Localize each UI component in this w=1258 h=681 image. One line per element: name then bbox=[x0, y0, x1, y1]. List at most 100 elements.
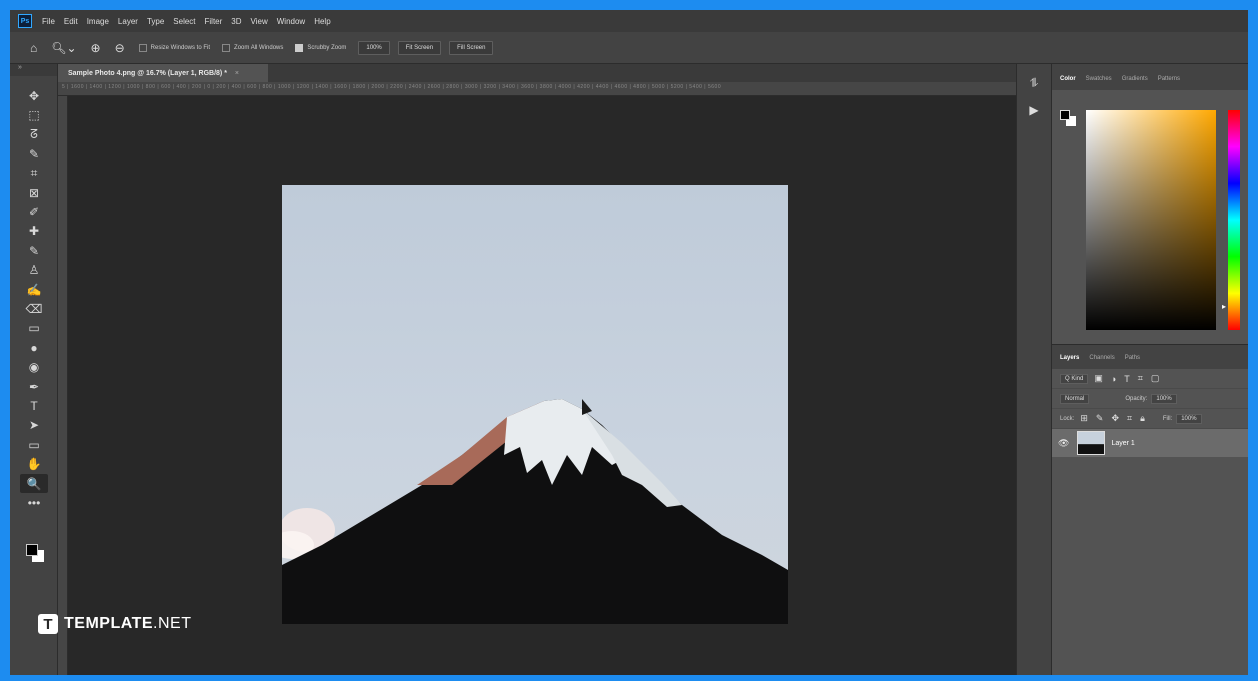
blur-icon[interactable]: ● bbox=[20, 338, 48, 357]
zoom-icon[interactable]: 🔍 bbox=[20, 473, 48, 494]
menu-filter[interactable]: Filter bbox=[205, 17, 223, 26]
zoom-out-icon[interactable]: ⊖ bbox=[115, 41, 125, 55]
menu-file[interactable]: File bbox=[42, 17, 55, 26]
menu-image[interactable]: Image bbox=[87, 17, 109, 26]
pen-icon[interactable]: ✒ bbox=[20, 377, 48, 396]
right-panels: Color Swatches Gradients Patterns ▸ Laye… bbox=[1052, 64, 1248, 675]
hue-slider[interactable] bbox=[1228, 110, 1240, 330]
more-icon[interactable]: ••• bbox=[20, 493, 48, 512]
resize-windows-label: Resize Windows to Fit bbox=[150, 44, 211, 51]
foreground-color-swatch[interactable] bbox=[26, 544, 38, 556]
lock-all-icon[interactable]: 🔒︎ bbox=[1140, 413, 1145, 424]
menu-layer[interactable]: Layer bbox=[118, 17, 138, 26]
history-icon[interactable]: ⥮ bbox=[1017, 76, 1051, 91]
layer-name[interactable]: Layer 1 bbox=[1111, 440, 1134, 447]
menu-view[interactable]: View bbox=[251, 17, 268, 26]
menu-edit[interactable]: Edit bbox=[64, 17, 78, 26]
template-net-watermark: T TEMPLATE.NET bbox=[38, 614, 191, 634]
frame-icon[interactable]: ⊠ bbox=[20, 183, 48, 202]
lock-position-icon[interactable]: ✥ bbox=[1111, 413, 1119, 424]
scrubby-zoom-label: Scrubby Zoom bbox=[307, 44, 347, 51]
crop-icon[interactable]: ⌗ bbox=[20, 164, 48, 183]
brush-icon[interactable]: ✎ bbox=[20, 241, 48, 260]
tab-layers[interactable]: Layers bbox=[1056, 355, 1085, 369]
type-icon[interactable]: T bbox=[20, 396, 48, 415]
lasso-icon[interactable]: ᘔ bbox=[20, 125, 48, 144]
rectangle-icon[interactable]: ▭ bbox=[20, 435, 48, 454]
panel-foreground-swatch[interactable] bbox=[1060, 110, 1070, 120]
stamp-icon[interactable]: ♙ bbox=[20, 261, 48, 280]
panel-icon-strip: ⥮ ▶ bbox=[1016, 64, 1052, 675]
eyedropper-icon[interactable]: ✐ bbox=[20, 202, 48, 221]
marquee-icon[interactable]: ⬚ bbox=[20, 105, 48, 124]
tab-channels[interactable]: Channels bbox=[1085, 355, 1120, 369]
tools-panel: » ✥ ⬚ ᘔ ✎ ⌗ ⊠ ✐ ✚ ✎ ♙ ✍ ⌫ ▭ ● ◉ ✒ T ➤ ▭ ✋ 🔍 ••• bbox=[10, 64, 58, 675]
tools-list: ✥ ⬚ ᘔ ✎ ⌗ ⊠ ✐ ✚ ✎ ♙ ✍ ⌫ ▭ ● ◉ ✒ T ➤ ▭ ✋ 🔍 ••• bbox=[20, 86, 48, 513]
image-filter-icon[interactable]: ▣ bbox=[1094, 373, 1103, 384]
tab-color[interactable]: Color bbox=[1056, 76, 1082, 90]
document-tab[interactable]: Sample Photo 4.png @ 16.7% (Layer 1, RGB… bbox=[58, 64, 268, 82]
menu-window[interactable]: Window bbox=[277, 17, 305, 26]
lock-transparent-icon[interactable]: ⊞ bbox=[1080, 413, 1088, 424]
zoom-all-label: Zoom All Windows bbox=[234, 44, 284, 51]
zoom-tool-preset-icon[interactable]: 🔍︎⌄ bbox=[51, 41, 76, 55]
photoshop-logo: Ps bbox=[18, 14, 32, 28]
lock-artboard-icon[interactable]: ⌗ bbox=[1127, 413, 1132, 424]
play-actions-icon[interactable]: ▶ bbox=[1017, 103, 1051, 117]
shape-filter-icon[interactable]: ⌗ bbox=[1138, 373, 1143, 384]
document-tab-bar: Sample Photo 4.png @ 16.7% (Layer 1, RGB… bbox=[58, 64, 1016, 82]
zoom-all-checkbox[interactable]: Zoom All Windows bbox=[222, 43, 284, 52]
menu-3d[interactable]: 3D bbox=[231, 17, 241, 26]
tab-patterns[interactable]: Patterns bbox=[1154, 76, 1186, 90]
zoom-in-icon[interactable]: ⊕ bbox=[91, 41, 101, 55]
smart-object-filter-icon[interactable]: ▢ bbox=[1151, 373, 1160, 384]
tab-paths[interactable]: Paths bbox=[1121, 355, 1146, 369]
document-tab-title: Sample Photo 4.png @ 16.7% (Layer 1, RGB… bbox=[68, 69, 227, 77]
menu-select[interactable]: Select bbox=[173, 17, 195, 26]
healing-icon[interactable]: ✚ bbox=[20, 222, 48, 241]
opacity-field[interactable]: 100% bbox=[1151, 393, 1177, 404]
adjustment-filter-icon[interactable]: ◑ bbox=[1111, 374, 1116, 384]
mountain-photo[interactable] bbox=[282, 185, 788, 624]
scrubby-zoom-checkbox[interactable]: Scrubby Zoom bbox=[295, 43, 347, 52]
dodge-icon[interactable]: ◉ bbox=[20, 357, 48, 376]
visibility-eye-icon[interactable]: 👁︎ bbox=[1058, 438, 1069, 449]
zoom-100-button[interactable]: 100% bbox=[358, 40, 390, 55]
color-picker-field[interactable] bbox=[1086, 110, 1216, 330]
layer-row[interactable]: 👁︎ Layer 1 bbox=[1052, 429, 1248, 457]
close-icon[interactable]: × bbox=[235, 70, 239, 77]
lock-brush-icon[interactable]: ✎ bbox=[1096, 413, 1104, 424]
resize-windows-checkbox[interactable]: Resize Windows to Fit bbox=[138, 43, 211, 52]
fill-screen-button[interactable]: Fill Screen bbox=[449, 40, 494, 55]
layer-filter-row: Q Kind ▣ ◑ T ⌗ ▢ bbox=[1052, 369, 1248, 389]
opacity-label: Opacity: bbox=[1125, 395, 1148, 402]
fill-field[interactable]: 100% bbox=[1176, 413, 1202, 424]
magic-wand-icon[interactable]: ✎ bbox=[20, 144, 48, 163]
history-brush-icon[interactable]: ✍ bbox=[20, 280, 48, 299]
tab-swatches[interactable]: Swatches bbox=[1082, 76, 1118, 90]
tools-collapse[interactable]: » bbox=[10, 64, 57, 76]
checkbox-box-checked bbox=[295, 43, 304, 52]
blend-mode-select[interactable]: Normal bbox=[1060, 393, 1090, 404]
mountain-illustration bbox=[282, 399, 788, 624]
menu-help[interactable]: Help bbox=[314, 17, 330, 26]
lock-label: Lock: bbox=[1060, 415, 1075, 422]
menu-type[interactable]: Type bbox=[147, 17, 164, 26]
hand-icon[interactable]: ✋ bbox=[20, 454, 48, 473]
home-icon[interactable]: ⌂ bbox=[30, 41, 37, 55]
path-select-icon[interactable]: ➤ bbox=[20, 416, 48, 435]
template-logo: T bbox=[38, 614, 58, 634]
hue-marker-icon[interactable]: ▸ bbox=[1222, 302, 1226, 311]
gradient-icon[interactable]: ▭ bbox=[20, 319, 48, 338]
blend-row: Normal Opacity: 100% bbox=[1052, 389, 1248, 409]
vertical-ruler bbox=[58, 84, 68, 675]
move-icon[interactable]: ✥ bbox=[20, 86, 48, 105]
tab-gradients[interactable]: Gradients bbox=[1118, 76, 1154, 90]
type-filter-icon[interactable]: T bbox=[1124, 374, 1130, 384]
kind-filter-select[interactable]: Q Kind bbox=[1060, 373, 1089, 384]
options-bar: ⌂ 🔍︎⌄ ⊕ ⊖ Resize Windows to Fit Zoom All… bbox=[10, 32, 1248, 64]
fit-screen-button[interactable]: Fit Screen bbox=[397, 40, 442, 55]
eraser-icon[interactable]: ⌫ bbox=[20, 299, 48, 318]
canvas-area[interactable] bbox=[68, 96, 1016, 675]
watermark-brand-name: TEMPLATE bbox=[64, 615, 154, 632]
